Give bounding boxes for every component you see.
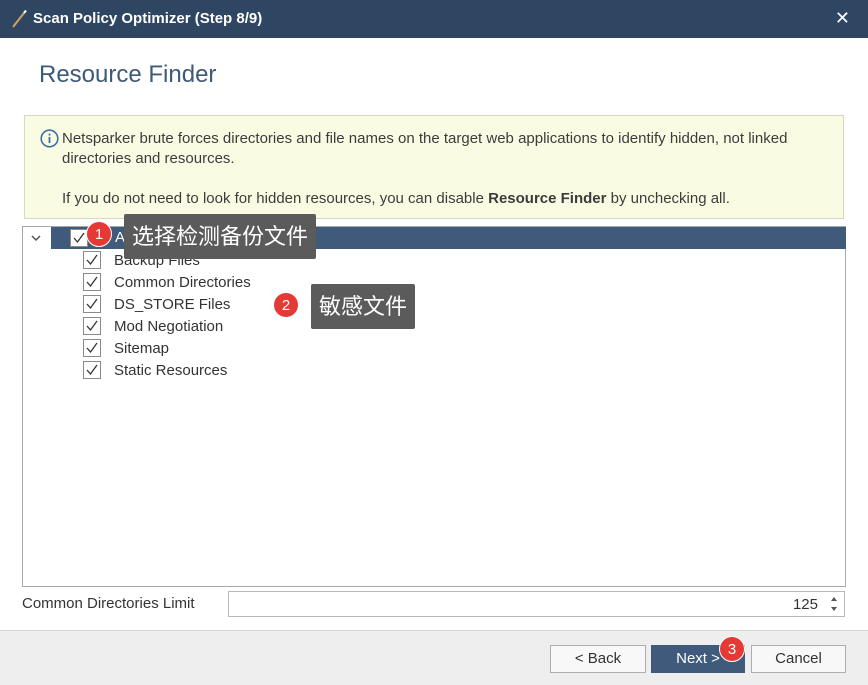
page-title: Resource Finder — [39, 61, 217, 88]
tree-item-label: Common Directories — [114, 274, 251, 291]
common-directories-limit-field[interactable]: 125 — [228, 591, 845, 617]
info-text-description: Netsparker brute forces directories and … — [62, 130, 788, 167]
limit-value: 125 — [792, 596, 818, 613]
tree-item-common-directories[interactable]: Common Directories — [83, 272, 483, 294]
back-button[interactable]: < Back — [550, 645, 646, 673]
title-bar: Scan Policy Optimizer (Step 8/9) ✕ — [0, 0, 868, 38]
info-hint-resource-finder: Resource Finder — [488, 190, 607, 207]
annotation-callout-backup: 选择检测备份文件 — [124, 214, 317, 259]
resource-tree[interactable]: All Backup Files Common Directories DS_S… — [22, 226, 846, 587]
check-icon — [73, 232, 85, 244]
static-resources-checkbox[interactable] — [83, 361, 101, 379]
sitemap-checkbox[interactable] — [83, 339, 101, 357]
cancel-button[interactable]: Cancel — [751, 645, 846, 673]
annotation-badge-2: 2 — [273, 292, 299, 318]
tree-item-mod-negotiation[interactable]: Mod Negotiation — [83, 316, 483, 338]
check-icon — [86, 254, 98, 266]
check-icon — [86, 364, 98, 376]
spinner-arrows-icon[interactable] — [827, 592, 841, 616]
chevron-down-icon[interactable] — [31, 234, 41, 242]
common-directories-checkbox[interactable] — [83, 273, 101, 291]
annotation-callout-sensitive: 敏感文件 — [311, 284, 416, 329]
limit-label: Common Directories Limit — [22, 595, 195, 612]
info-icon — [40, 129, 59, 148]
mod-negotiation-checkbox[interactable] — [83, 317, 101, 335]
tree-item-label: DS_STORE Files — [114, 296, 231, 313]
annotation-badge-1: 1 — [86, 221, 112, 247]
check-icon — [86, 298, 98, 310]
ds-store-files-checkbox[interactable] — [83, 295, 101, 313]
tree-item-label: Mod Negotiation — [114, 318, 224, 335]
info-hint-suffix: by unchecking all. — [606, 190, 730, 207]
window-title: Scan Policy Optimizer (Step 8/9) — [33, 10, 263, 27]
annotation-badge-3: 3 — [719, 636, 745, 662]
close-icon[interactable]: ✕ — [835, 8, 850, 28]
tree-item-label: Sitemap — [114, 340, 170, 357]
check-icon — [86, 342, 98, 354]
magic-wand-icon — [12, 9, 27, 28]
check-icon — [86, 276, 98, 288]
check-icon — [86, 320, 98, 332]
info-hint-prefix: If you do not need to look for hidden re… — [62, 190, 489, 207]
backup-files-checkbox[interactable] — [83, 251, 101, 269]
tree-item-static-resources[interactable]: Static Resources — [83, 360, 483, 382]
tree-item-label: Static Resources — [114, 362, 228, 379]
info-text-hint: If you do not need to look for hidden re… — [62, 189, 832, 209]
info-panel: Netsparker brute forces directories and … — [24, 115, 844, 219]
tree-item-sitemap[interactable]: Sitemap — [83, 338, 483, 360]
